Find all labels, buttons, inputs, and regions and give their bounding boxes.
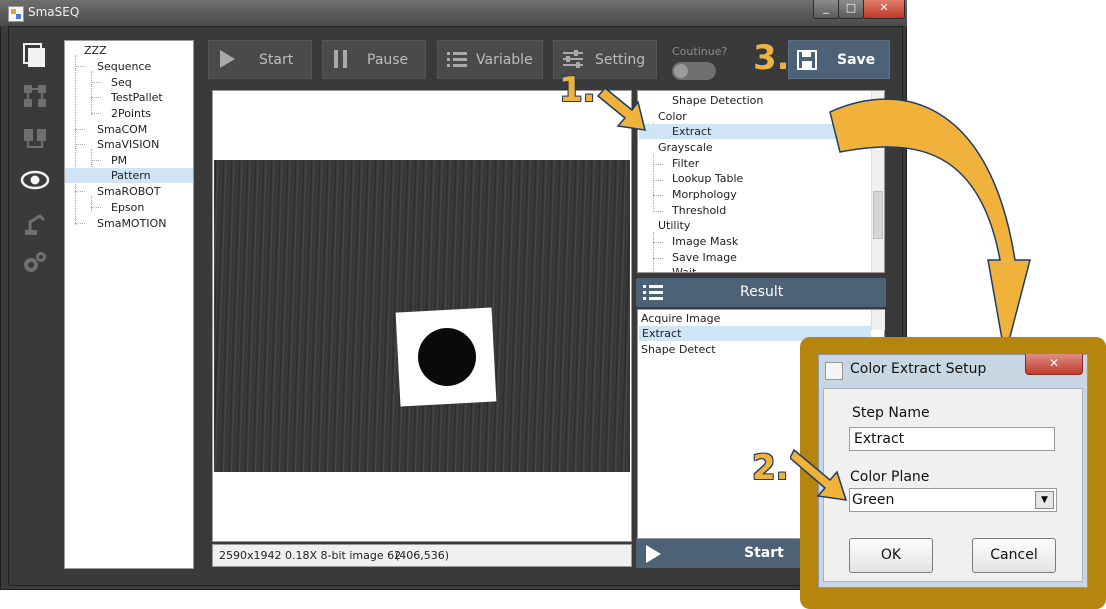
tree-node-smamotion[interactable]: SmaMOTION [97,216,166,231]
image-info: 2590x1942 0.18X 8-bit image 62 [219,549,402,562]
gears-icon[interactable] [22,250,48,276]
continue-label: Coutinue? [672,45,728,58]
cursor-coords: (406,536) [395,549,450,562]
step-marker-2: 2. [752,448,789,488]
tree-node-pattern[interactable]: Pattern [65,168,193,183]
maximize-button[interactable]: □ [838,0,864,19]
start-button[interactable]: Start [208,40,312,79]
image-status-bar: 2590x1942 0.18X 8-bit image 62 (406,536) [212,544,632,567]
page-icon[interactable] [22,42,46,68]
dialog-app-icon [825,362,843,380]
tree-node-2points[interactable]: 2Points [111,106,151,121]
step-name-input[interactable]: Extract [849,427,1055,451]
color-plane-label: Color Plane [850,469,930,485]
flow-icon[interactable] [22,83,48,109]
dialog-close-button[interactable]: ✕ [1025,354,1083,375]
chevron-down-icon[interactable]: ▼ [1035,491,1054,509]
app-logo-icon [8,6,24,22]
step-marker-3: 3. [753,38,790,78]
black-circle [418,328,476,386]
title-bar [0,0,907,26]
tree-node-testpallet[interactable]: TestPallet [111,90,163,105]
pause-label: Pause [367,52,409,68]
eye-icon[interactable] [20,167,50,193]
ok-button[interactable]: OK [849,538,933,573]
play-icon [217,49,237,74]
tree-node-smarobot[interactable]: SmaROBOT [97,184,160,199]
sequence-tree[interactable]: ZZZ Sequence Seq TestPallet 2Points SmaC… [64,40,194,569]
robot-arm-icon[interactable] [22,210,48,236]
tree-node-root[interactable]: ZZZ [84,43,107,58]
pause-icon [331,49,351,74]
callout-arrow-2 [790,448,848,501]
minimize-button[interactable]: _ [813,0,839,19]
start-label: Start [259,52,294,68]
tree-node-smacom[interactable]: SmaCOM [97,122,147,137]
list-icon [446,49,468,74]
dialog-title: Color Extract Setup [850,361,987,377]
play-icon [644,544,662,568]
pause-button[interactable]: Pause [322,40,426,79]
tree-node-seq[interactable]: Seq [111,75,132,90]
cancel-button[interactable]: Cancel [972,538,1056,573]
step-marker-1: 1. [559,70,596,110]
tree-node-smavision[interactable]: SmaVISION [97,137,159,152]
variable-button[interactable]: Variable [437,40,543,79]
run-start-label: Start [744,545,784,561]
tree-node-epson[interactable]: Epson [111,200,144,215]
variable-label: Variable [476,52,533,68]
step-name-label: Step Name [852,405,930,421]
tree-node-pm[interactable]: PM [111,153,127,168]
window-title: SmaSEQ [28,5,80,19]
callout-arrows [596,86,1031,357]
tree-node-sequence[interactable]: Sequence [97,59,151,74]
modules-icon[interactable] [22,125,48,151]
close-window-button[interactable]: ✕ [863,0,905,19]
